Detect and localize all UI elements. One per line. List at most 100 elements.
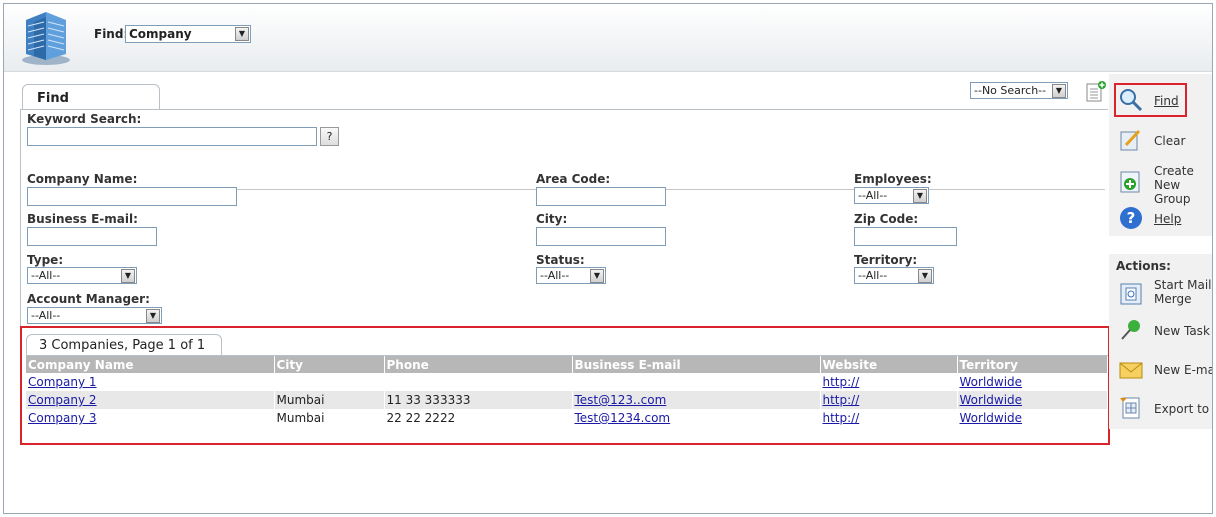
new-email-button[interactable]: New E-mail (1117, 356, 1212, 386)
website-link[interactable]: http:// (823, 411, 860, 425)
keyword-help-button[interactable]: ? (320, 127, 339, 146)
envelope-icon (1119, 362, 1143, 379)
status-label: Status: (536, 253, 585, 267)
header-bar: Find: Company ▼ (4, 4, 1212, 72)
find-entity-select[interactable]: Company ▼ (125, 25, 251, 43)
employees-select[interactable]: --All-- ▼ (854, 187, 929, 204)
chevron-down-icon: ▼ (590, 269, 604, 283)
help-button[interactable]: ? Help (1117, 204, 1212, 234)
city-label: City: (536, 212, 568, 226)
territory-label: Territory: (854, 253, 918, 267)
results-tab[interactable]: 3 Companies, Page 1 of 1 (26, 334, 222, 356)
col-company-name[interactable]: Company Name (26, 356, 275, 373)
territory-link[interactable]: Worldwide (960, 375, 1023, 389)
city-cell: Mumbai (274, 391, 385, 409)
type-value: --All-- (31, 269, 61, 282)
area-code-label: Area Code: (536, 172, 611, 186)
add-group-icon (1120, 171, 1140, 193)
results-panel: 3 Companies, Page 1 of 1 Company Name Ci… (20, 326, 1110, 445)
account-manager-select[interactable]: --All-- ▼ (27, 307, 162, 324)
company-link[interactable]: Company 3 (28, 411, 97, 425)
zip-code-input[interactable] (854, 227, 957, 246)
website-link[interactable]: http:// (823, 375, 860, 389)
pencil-clear-icon (1120, 129, 1141, 151)
status-select[interactable]: --All-- ▼ (536, 267, 606, 284)
city-cell (274, 373, 385, 391)
chevron-down-icon: ▼ (146, 309, 160, 323)
city-input[interactable] (536, 227, 666, 246)
type-label: Type: (27, 253, 64, 267)
keyword-search-label: Keyword Search: (27, 112, 142, 126)
tab-find[interactable]: Find (22, 84, 160, 110)
table-row: Company 1 http:// Worldwide (26, 373, 1108, 391)
new-search-icon[interactable] (1086, 80, 1106, 102)
chevron-down-icon: ▼ (913, 189, 927, 203)
new-task-label: New Task (1154, 324, 1210, 338)
clear-button[interactable]: Clear (1117, 126, 1212, 156)
website-link[interactable]: http:// (823, 393, 860, 407)
email-link[interactable]: Test@123..com (575, 393, 667, 407)
new-task-button[interactable]: New Task (1117, 316, 1212, 346)
export-button[interactable]: Export to Fil (1117, 394, 1212, 424)
phone-cell: 11 33 333333 (384, 391, 573, 409)
email-link[interactable]: Test@1234.com (575, 411, 671, 425)
find-entity-value: Company (129, 27, 192, 41)
company-link[interactable]: Company 2 (28, 393, 97, 407)
mail-merge-button[interactable]: Start Mail Merge (1117, 278, 1212, 308)
territory-link[interactable]: Worldwide (960, 411, 1023, 425)
business-email-input[interactable] (27, 227, 157, 246)
company-name-label: Company Name: (27, 172, 138, 186)
chevron-down-icon: ▼ (1052, 84, 1066, 98)
city-cell: Mumbai (274, 409, 385, 427)
find-label: Find: (94, 27, 129, 41)
create-group-button[interactable]: Create New Group (1117, 164, 1212, 206)
app-window: Find: Company ▼ Find --No Search-- ▼ Key… (3, 3, 1213, 514)
saved-search-select[interactable]: --No Search-- ▼ (970, 82, 1068, 99)
status-value: --All-- (540, 269, 570, 282)
employees-label: Employees: (854, 172, 932, 186)
table-row: Company 3 Mumbai 22 22 2222 Test@1234.co… (26, 409, 1108, 427)
phone-cell (384, 373, 573, 391)
zip-code-label: Zip Code: (854, 212, 919, 226)
pushpin-icon (1121, 320, 1140, 340)
find-highlight (1114, 83, 1187, 117)
help-icon: ? (1120, 207, 1142, 229)
export-label: Export to Fil (1154, 402, 1212, 416)
employees-value: --All-- (858, 189, 888, 202)
mail-merge-label: Start Mail Merge (1154, 278, 1212, 306)
keyword-search-input[interactable] (27, 127, 317, 146)
export-icon (1120, 397, 1140, 419)
account-manager-value: --All-- (31, 309, 61, 322)
chevron-down-icon: ▼ (918, 269, 932, 283)
results-table: Company Name City Phone Business E-mail … (26, 356, 1108, 427)
account-manager-label: Account Manager: (27, 292, 150, 306)
create-group-label: Create New Group (1154, 164, 1194, 206)
col-website[interactable]: Website (820, 356, 958, 373)
business-email-label: Business E-mail: (27, 212, 138, 226)
sidebar-actions: Start Mail Merge New Task New E-mail E (1109, 254, 1212, 429)
type-select[interactable]: --All-- ▼ (27, 267, 137, 284)
clear-label: Clear (1154, 134, 1186, 148)
chevron-down-icon: ▼ (235, 27, 249, 41)
actions-label: Actions: (1116, 259, 1171, 273)
col-territory[interactable]: Territory (957, 356, 1108, 373)
col-city[interactable]: City (274, 356, 385, 373)
company-name-input[interactable] (27, 187, 237, 206)
col-phone[interactable]: Phone (384, 356, 573, 373)
help-label: Help (1154, 212, 1182, 226)
saved-search-value: --No Search-- (974, 84, 1047, 97)
territory-value: --All-- (858, 269, 888, 282)
table-header-row: Company Name City Phone Business E-mail … (26, 356, 1108, 373)
phone-cell: 22 22 2222 (384, 409, 573, 427)
building-logo-icon (22, 12, 70, 65)
table-row: Company 2 Mumbai 11 33 333333 Test@123..… (26, 391, 1108, 409)
territory-link[interactable]: Worldwide (960, 393, 1023, 407)
col-business-email[interactable]: Business E-mail (572, 356, 821, 373)
area-code-input[interactable] (536, 187, 666, 206)
chevron-down-icon: ▼ (121, 269, 135, 283)
mail-merge-icon (1120, 283, 1142, 305)
territory-select[interactable]: --All-- ▼ (854, 267, 934, 284)
svg-text:?: ? (1127, 209, 1136, 227)
new-email-label: New E-mail (1154, 363, 1212, 377)
company-link[interactable]: Company 1 (28, 375, 97, 389)
